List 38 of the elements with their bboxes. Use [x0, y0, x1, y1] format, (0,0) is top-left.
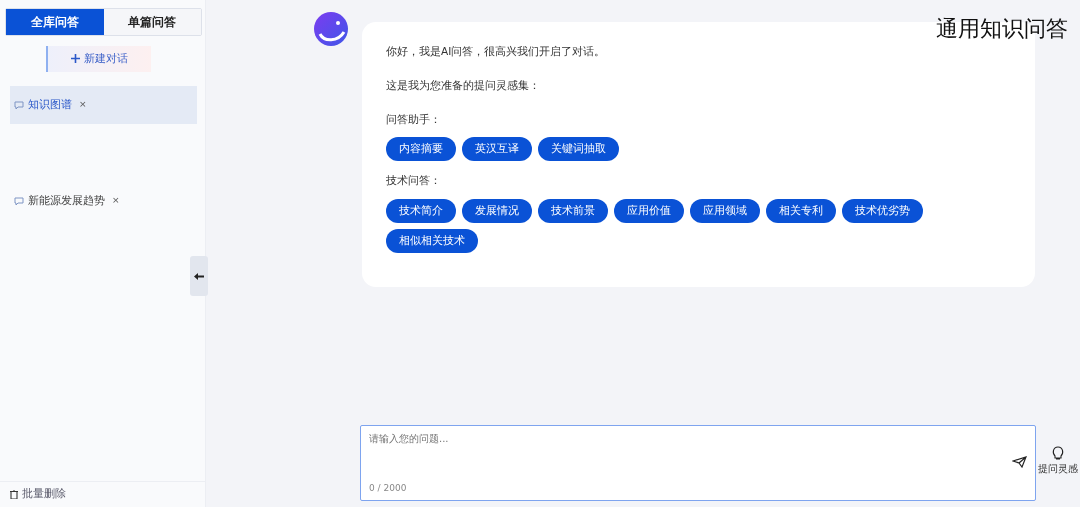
arrow-left-icon	[194, 272, 204, 280]
suggestion-chip[interactable]: 技术优劣势	[842, 199, 923, 223]
hint-button[interactable]: 提问灵感	[1038, 445, 1078, 476]
suggestion-chip[interactable]: 关键词抽取	[538, 137, 619, 162]
chat-icon	[14, 100, 24, 110]
batch-delete-button[interactable]: 批量删除	[0, 481, 205, 507]
suggestion-chip[interactable]: 英汉互译	[462, 137, 532, 162]
suggestion-chip[interactable]: 技术前景	[538, 199, 608, 223]
hint-label: 提问灵感	[1038, 462, 1078, 476]
conversation-title: 知识图谱	[28, 96, 72, 113]
suggestion-chip[interactable]: 相似相关技术	[386, 229, 478, 253]
tab[interactable]: 全库问答	[6, 9, 104, 35]
close-button[interactable]: ×	[112, 194, 120, 208]
group-label: 问答助手：	[386, 111, 442, 127]
suggestion-chip[interactable]: 应用价值	[614, 199, 684, 223]
greeting-text: 你好，我是AI问答，很高兴我们开启了对话。	[386, 44, 607, 59]
character-counter: 0 / 2000	[369, 481, 408, 495]
conversation-title: 新能源发展趋势	[28, 192, 105, 209]
tab[interactable]: 单篇问答	[103, 9, 201, 35]
new-chat-button[interactable]: 新建对话	[46, 46, 151, 72]
collapse-button[interactable]	[190, 256, 208, 296]
chat-icon	[14, 196, 24, 206]
intro-text: 这是我为您准备的提问灵感集：	[386, 77, 541, 93]
suggestion-chip[interactable]: 相关专利	[766, 199, 836, 223]
group-label: 技术问答：	[386, 173, 442, 189]
plus-icon	[71, 54, 80, 64]
ai-avatar-icon	[314, 12, 348, 46]
batch-delete-label: 批量删除	[22, 486, 66, 503]
suggestion-chip[interactable]: 技术简介	[386, 199, 456, 223]
suggestion-chip[interactable]: 应用领域	[690, 199, 760, 223]
conversation-item[interactable]: 知识图谱 ×	[10, 86, 197, 124]
lightbulb-icon	[1051, 445, 1065, 461]
page-title: 通用知识问答	[936, 15, 1068, 43]
conversation-item[interactable]: 新能源发展趋势 ×	[10, 182, 197, 220]
trash-icon	[10, 490, 18, 499]
suggestion-chip[interactable]: 内容摘要	[386, 137, 456, 162]
close-button[interactable]: ×	[79, 98, 87, 112]
suggestion-chip[interactable]: 发展情况	[462, 199, 532, 223]
